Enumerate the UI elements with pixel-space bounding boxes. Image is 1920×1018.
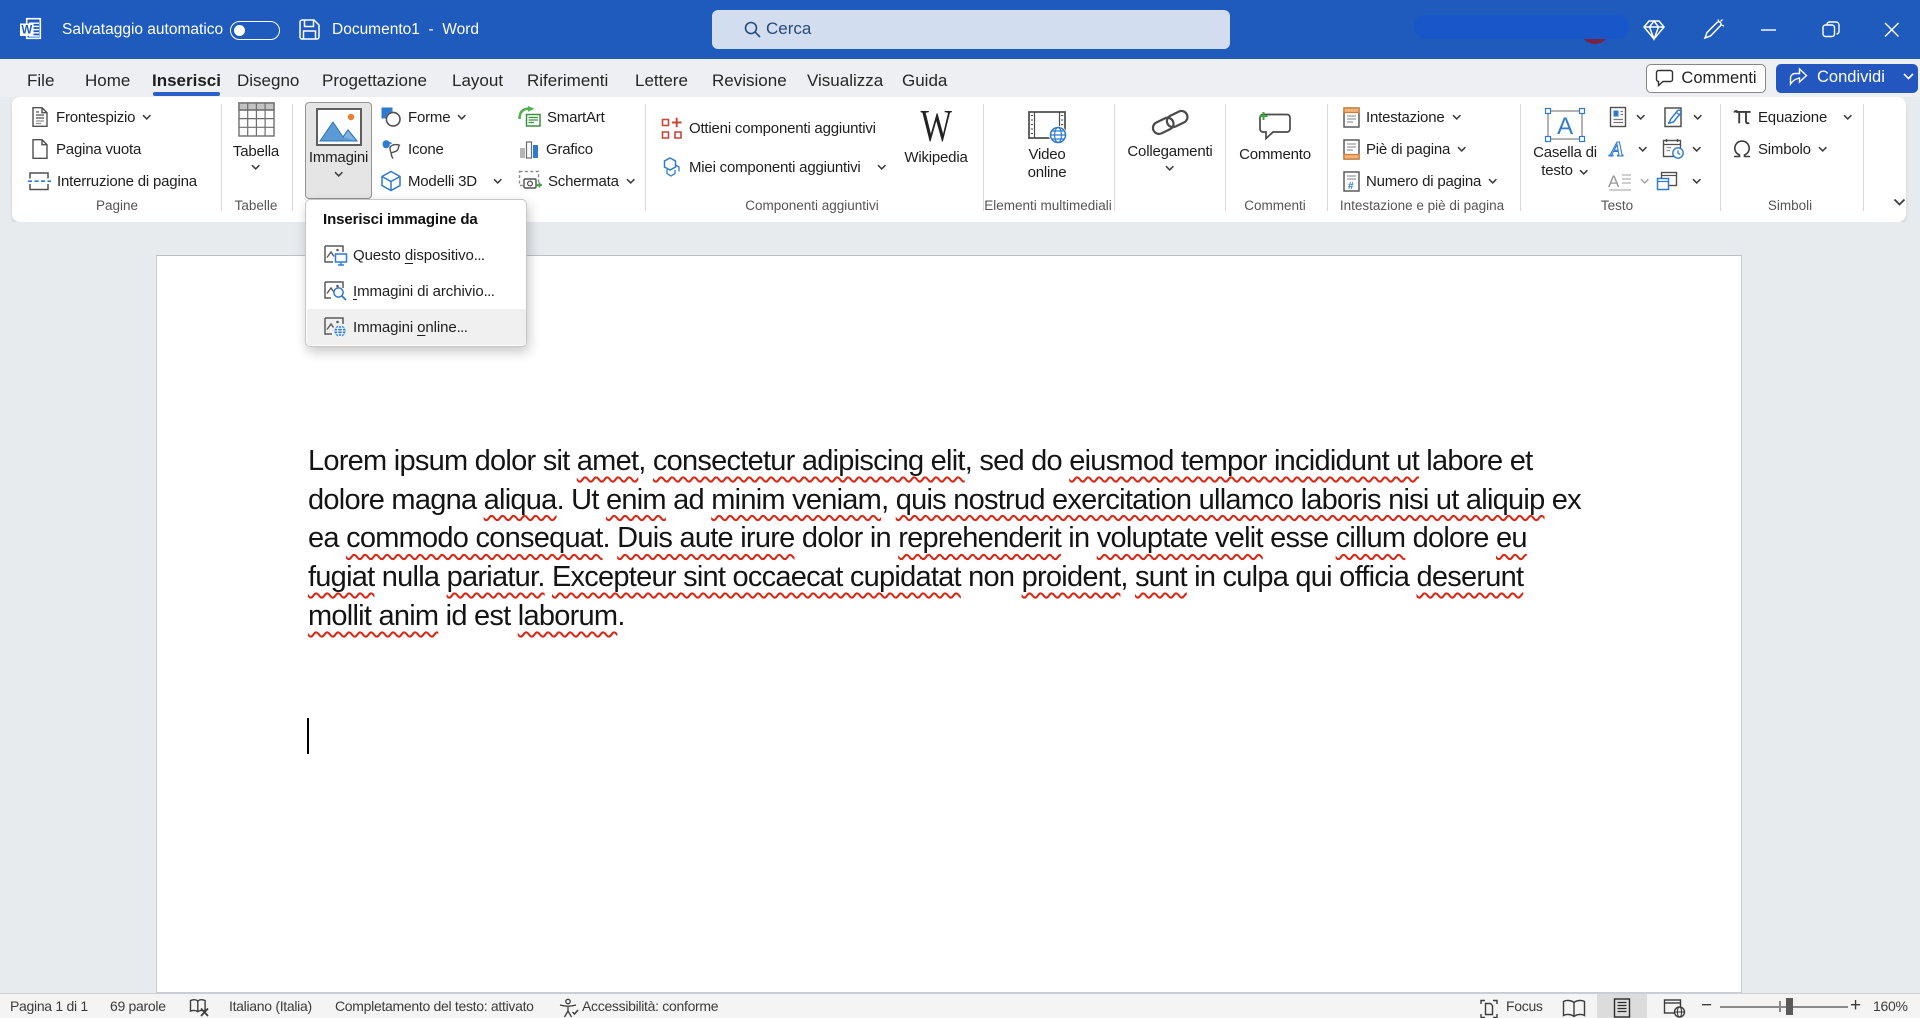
- svg-text:A: A: [1557, 113, 1573, 140]
- svg-text:A: A: [1608, 172, 1620, 191]
- svg-text:W: W: [21, 25, 32, 37]
- svg-text:#: #: [1348, 181, 1354, 192]
- svg-text:A: A: [1608, 137, 1624, 161]
